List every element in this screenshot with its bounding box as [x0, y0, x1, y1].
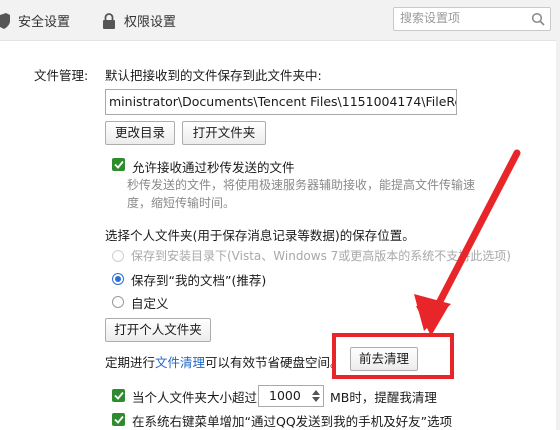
annotation-arrow	[414, 149, 521, 336]
